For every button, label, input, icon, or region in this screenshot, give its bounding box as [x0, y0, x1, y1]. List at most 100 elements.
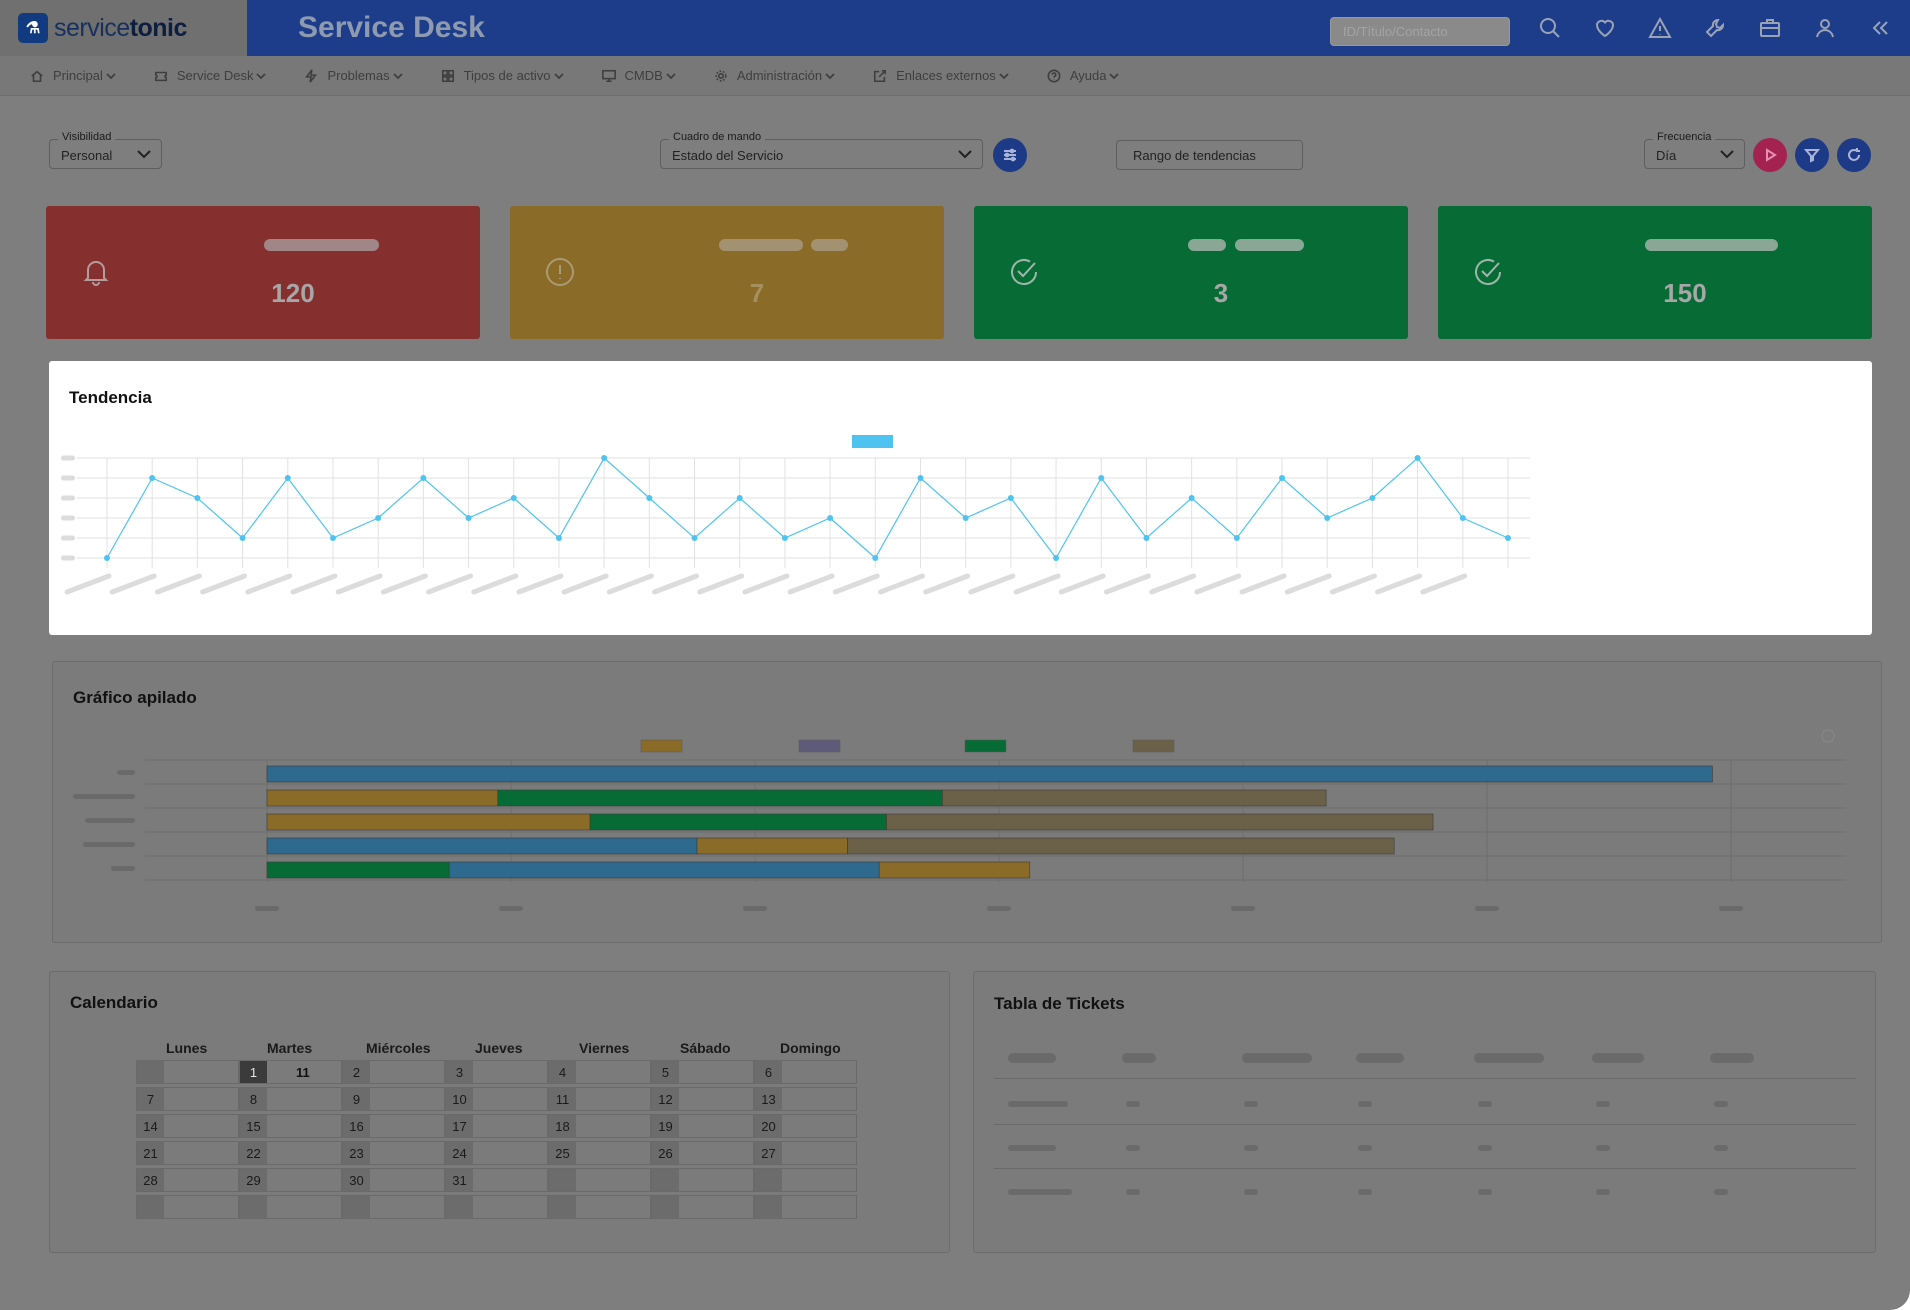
calendar-day-cell[interactable]: 5 [651, 1060, 754, 1084]
filter-button[interactable] [1795, 138, 1829, 172]
calendar-day-number: 29 [240, 1169, 267, 1191]
calendar-day-cell[interactable] [136, 1060, 239, 1084]
calendar-day-cell[interactable]: 1 11 [239, 1060, 342, 1084]
dashboard-settings-button[interactable] [993, 138, 1027, 172]
nav-item-cmdb[interactable]: CMDB [601, 68, 676, 83]
calendar-day-number [137, 1061, 164, 1083]
calendar-day-cell[interactable] [754, 1195, 857, 1219]
play-button[interactable] [1753, 138, 1787, 172]
calendar-day-cell[interactable]: 21 [136, 1141, 239, 1165]
warning-icon[interactable] [1632, 14, 1687, 42]
calendar-day-number: 21 [137, 1142, 164, 1164]
briefcase-icon[interactable] [1742, 14, 1797, 42]
calendar-week [136, 1195, 857, 1222]
calendar-day-cell[interactable] [754, 1168, 857, 1192]
calendar-day-cell[interactable]: 17 [445, 1114, 548, 1138]
calendar-day-cell[interactable] [136, 1195, 239, 1219]
flask-icon: ⚗ [18, 13, 48, 43]
calendar-day-cell[interactable]: 25 [548, 1141, 651, 1165]
calendar-day-cell[interactable]: 3 [445, 1060, 548, 1084]
calendar-day-number [549, 1169, 576, 1191]
calendar-day-cell[interactable]: 19 [651, 1114, 754, 1138]
search-icon[interactable] [1522, 14, 1577, 42]
nav-item-ayuda[interactable]: Ayuda [1047, 68, 1120, 83]
kpi-card-warning[interactable]: 7 [510, 206, 944, 339]
dashboard-select[interactable]: Cuadro de mando Estado del Servicio [660, 131, 983, 169]
header-actions [1522, 14, 1907, 42]
table-cell [1358, 1189, 1372, 1195]
y-tick-label [61, 555, 75, 561]
nav-item-problemas[interactable]: Problemas [304, 68, 403, 83]
nav-item-service-desk[interactable]: Service Desk [154, 68, 267, 83]
frequency-select[interactable]: Frecuencia Día [1644, 131, 1745, 169]
collapse-icon[interactable] [1852, 14, 1907, 42]
nav-item-enlaces-externos[interactable]: Enlaces externos [873, 68, 1009, 83]
tickets-panel: Tabla de Tickets [973, 971, 1876, 1253]
calendar-event-count[interactable]: 11 [296, 1065, 310, 1080]
calendar-day-cell[interactable] [548, 1168, 651, 1192]
calendar-day-cell[interactable]: 30 [342, 1168, 445, 1192]
x-tick-label [1149, 573, 1197, 595]
kpi-label-placeholder [1188, 239, 1226, 251]
calendar-day-cell[interactable]: 23 [342, 1141, 445, 1165]
calendar-day-cell[interactable]: 22 [239, 1141, 342, 1165]
calendar-day-cell[interactable] [548, 1195, 651, 1219]
calendar-day-cell[interactable]: 20 [754, 1114, 857, 1138]
calendar-day-cell[interactable]: 27 [754, 1141, 857, 1165]
trend-range-button[interactable]: Rango de tendencias [1116, 140, 1303, 170]
table-cell [1126, 1101, 1140, 1107]
calendar-day-number [446, 1196, 473, 1218]
calendar-day-cell[interactable]: 28 [136, 1168, 239, 1192]
calendar-day-cell[interactable] [342, 1195, 445, 1219]
calendar-day-cell[interactable]: 31 [445, 1168, 548, 1192]
nav-item-administracion[interactable]: Administración [714, 68, 835, 83]
app-window: ⚗ servicetonic Service Desk ID/Título/Co… [0, 0, 1910, 1310]
refresh-button[interactable] [1837, 138, 1871, 172]
kpi-card-open[interactable]: 120 [46, 206, 480, 339]
calendar-day-cell[interactable] [239, 1195, 342, 1219]
calendar-day-cell[interactable] [445, 1195, 548, 1219]
search-input[interactable]: ID/Título/Contacto [1330, 17, 1510, 46]
calendar-day-cell[interactable]: 7 [136, 1087, 239, 1111]
calendar-day-cell[interactable]: 15 [239, 1114, 342, 1138]
bar-segment [266, 837, 698, 855]
brand-name-prefix: service [54, 13, 130, 42]
chevron-down-icon [392, 72, 403, 79]
calendar-day-cell[interactable]: 10 [445, 1087, 548, 1111]
calendar-day-cell[interactable]: 16 [342, 1114, 445, 1138]
data-point [872, 555, 879, 561]
calendar-day-cell[interactable]: 12 [651, 1087, 754, 1111]
calendar-day-cell[interactable]: 6 [754, 1060, 857, 1084]
data-point [1053, 555, 1060, 561]
calendar-day-cell[interactable]: 29 [239, 1168, 342, 1192]
kpi-card-resolved[interactable]: 3 [974, 206, 1408, 339]
data-point [104, 555, 110, 561]
table-header-cell [1592, 1053, 1644, 1063]
calendar-day-cell[interactable] [651, 1195, 754, 1219]
brand-logo[interactable]: ⚗ servicetonic [0, 0, 247, 56]
user-icon[interactable] [1797, 14, 1852, 42]
kpi-card-closed[interactable]: 150 [1438, 206, 1872, 339]
heart-icon[interactable] [1577, 14, 1632, 42]
calendar-day-cell[interactable]: 9 [342, 1087, 445, 1111]
calendar-day-number: 28 [137, 1169, 164, 1191]
calendar-day-cell[interactable]: 13 [754, 1087, 857, 1111]
wrench-icon[interactable] [1687, 14, 1742, 42]
nav-item-principal[interactable]: Principal [30, 68, 116, 83]
calendar-day-number: 1 [240, 1061, 267, 1083]
sliders-icon [1004, 148, 1016, 162]
table-divider [994, 1168, 1856, 1169]
calendar-day-cell[interactable]: 14 [136, 1114, 239, 1138]
calendar-day-cell[interactable]: 11 [548, 1087, 651, 1111]
nav-item-tipos-de-activo[interactable]: Tipos de activo [441, 68, 564, 83]
calendar-day-cell[interactable]: 18 [548, 1114, 651, 1138]
calendar-day-cell[interactable]: 26 [651, 1141, 754, 1165]
data-point [962, 515, 969, 521]
calendar-day-cell[interactable] [651, 1168, 754, 1192]
kpi-label-placeholder [719, 239, 803, 251]
calendar-day-cell[interactable]: 24 [445, 1141, 548, 1165]
calendar-day-cell[interactable]: 8 [239, 1087, 342, 1111]
visibility-select[interactable]: Visibilidad Personal [49, 131, 162, 169]
calendar-day-cell[interactable]: 2 [342, 1060, 445, 1084]
calendar-day-cell[interactable]: 4 [548, 1060, 651, 1084]
